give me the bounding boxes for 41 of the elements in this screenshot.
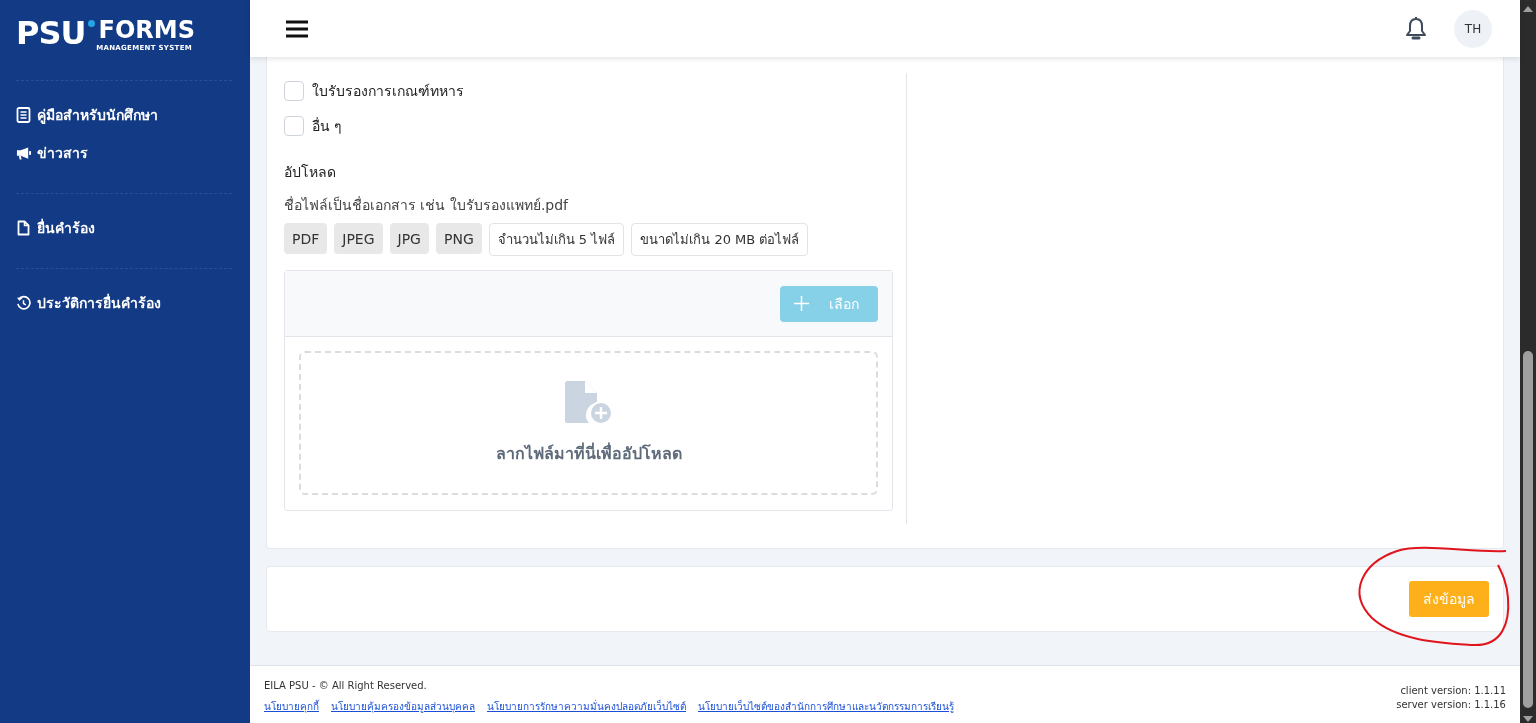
sidebar-item[interactable]: ยื่นคำร้อง <box>16 216 95 240</box>
sidebar-item[interactable]: ข่าวสาร <box>16 141 88 165</box>
limit-tag: ขนาดไม่เกิน 20 MB ต่อไฟล์ <box>631 223 809 256</box>
checkbox[interactable] <box>284 80 304 101</box>
sidebar-item[interactable]: ประวัติการยื่นคำร้อง <box>16 291 161 315</box>
scroll-down-icon[interactable] <box>1523 716 1533 722</box>
hint-text: ชื่อไฟล์เป็นชื่อเอกสาร เช่น ใบรับรองแพทย์.pdf <box>284 195 569 215</box>
book-icon <box>16 107 31 123</box>
bell-icon[interactable] <box>1405 16 1427 41</box>
limit-tag: จำนวนไม่เกิน 5 ไฟล์ <box>488 223 625 256</box>
user-avatar[interactable]: TH <box>1454 9 1492 48</box>
footer-link[interactable]: นโยบายคุ้มครองข้อมูลส่วนบุคคล <box>331 699 475 714</box>
menu-icon[interactable] <box>286 19 308 38</box>
field-label: อัปโหลด <box>284 163 336 182</box>
checkbox[interactable] <box>284 115 304 136</box>
checkbox-label: อื่น ๆ <box>312 116 343 136</box>
scrollbar-thumb[interactable] <box>1523 351 1533 708</box>
version-text: client version: 1.1.11 <box>1400 684 1506 696</box>
file-type-tag: JPEG <box>334 223 383 254</box>
footer-link[interactable]: นโยบายคุกกี้ <box>264 699 319 714</box>
file-type-tag: PDF <box>284 223 328 254</box>
file-type-tag: PNG <box>435 223 482 254</box>
file-type-tag: JPG <box>389 223 429 254</box>
sidebar-item[interactable]: คู่มือสำหรับนักศึกษา <box>16 103 158 127</box>
footer-link[interactable]: นโยบายการรักษาความมั่นคงปลอดภัยเว็บไซต์ <box>487 699 686 714</box>
scrollbar[interactable] <box>1520 0 1536 723</box>
scroll-up-icon[interactable] <box>1523 6 1533 12</box>
file-add-icon <box>564 380 613 425</box>
checkbox-label: ใบรับรองการเกณฑ์ทหาร <box>312 81 464 101</box>
logo-wordmark: FORMS <box>98 16 195 44</box>
copyright-text: EILA PSU - © All Right Reserved. <box>264 680 427 691</box>
logo-wordmark: PSU <box>16 14 86 52</box>
drop-zone[interactable]: ลากไฟล์มาที่นี่เพื่ออัปโหลด <box>299 351 878 495</box>
history-icon <box>16 295 31 311</box>
footer-link[interactable]: นโยบายเว็บไซต์ของสำนักการศึกษาและนวัตกรรมการเรียนรู้ <box>698 699 954 714</box>
logo-dot-icon <box>88 20 96 27</box>
megaphone-icon <box>16 145 31 161</box>
version-text: server version: 1.1.16 <box>1396 698 1506 710</box>
file-icon <box>16 220 31 236</box>
plus-icon <box>794 296 809 311</box>
drop-zone-text: ลากไฟล์มาที่นี่เพื่ออัปโหลด <box>495 441 682 465</box>
